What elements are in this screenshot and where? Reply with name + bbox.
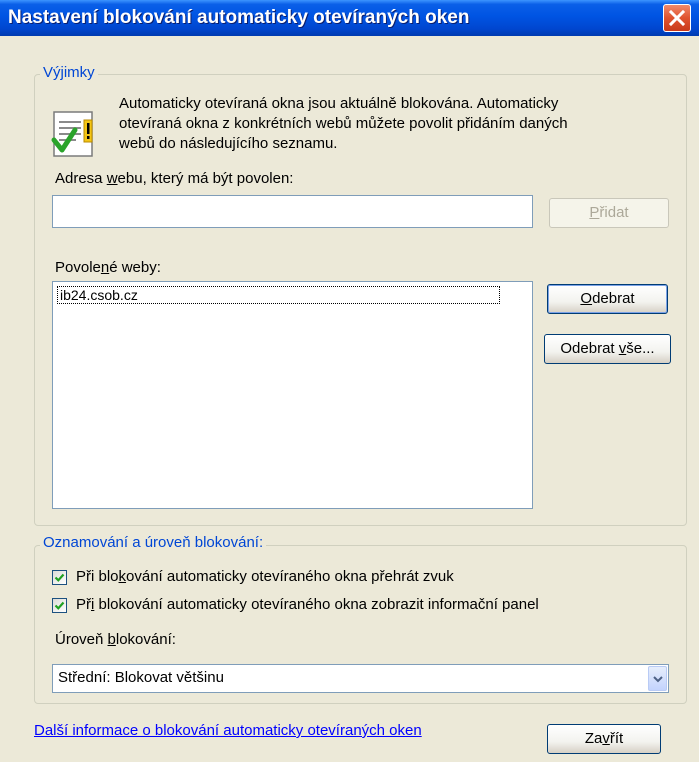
address-label-pre: Adresa (55, 170, 107, 187)
blocking-level-value: Střední: Blokovat většinu (58, 669, 224, 686)
add-button-key: P (589, 204, 600, 221)
description-line-3: webů do následujícího seznamu. (119, 135, 338, 152)
notifications-legend: Oznamování a úroveň blokování: (40, 534, 267, 551)
description-line-2: otevíraná okna z konkrétních webů můžete… (119, 115, 568, 132)
remove-all-post: še... (626, 340, 655, 357)
allowed-label-key: n (100, 259, 110, 276)
info-bar-checkbox[interactable] (52, 598, 67, 613)
close-icon[interactable] (663, 4, 691, 32)
more-info-link[interactable]: Další informace o blokování automaticky … (34, 722, 422, 739)
allowed-label-pre: Povole (55, 259, 101, 276)
chevron-down-icon[interactable] (648, 666, 667, 691)
exceptions-legend: Výjimky (40, 64, 98, 81)
allowed-label-post: é weby: (109, 259, 161, 276)
close-button[interactable]: Zavřít (547, 724, 661, 754)
remove-button[interactable]: Odebrat (547, 284, 668, 314)
dialog-window: Nastavení blokování automaticky otevíran… (0, 0, 699, 762)
check1-pre: Při blo (76, 568, 119, 585)
list-item[interactable]: ib24.csob.cz (57, 286, 500, 304)
address-label-key: w (106, 170, 118, 187)
website-address-input[interactable] (52, 195, 533, 228)
allowed-sites-list[interactable]: ib24.csob.cz (52, 281, 533, 509)
check2-post: blokování automaticky otevíraného okna z… (94, 596, 539, 613)
add-button-rest: řidat (599, 204, 629, 221)
add-button[interactable]: Přidat (549, 198, 669, 228)
allowed-sites-label: Povolené weby: (55, 259, 161, 276)
close-post: řít (609, 730, 624, 747)
remove-all-button[interactable]: Odebrat vše... (544, 334, 671, 364)
blocking-level-select[interactable]: Střední: Blokovat většinu (52, 664, 669, 693)
window-title: Nastavení blokování automaticky otevíran… (8, 7, 470, 28)
address-label: Adresa webu, který má být povolen: (55, 170, 293, 187)
close-key: v (602, 730, 610, 747)
close-pre: Za (584, 730, 603, 747)
check1-post: ování automaticky otevíraného okna přehr… (126, 568, 454, 585)
check2-pre: Př (76, 596, 91, 613)
play-sound-label: Při blokování automaticky otevíraného ok… (76, 568, 454, 585)
play-sound-checkbox[interactable] (52, 570, 67, 585)
level-label-pre: Úroveň (55, 631, 108, 648)
warning-document-icon (48, 108, 102, 162)
title-bar[interactable]: Nastavení blokování automaticky otevíran… (0, 0, 699, 36)
remove-button-key: O (580, 290, 593, 307)
address-label-post: ebu, který má být povolen: (117, 170, 294, 187)
info-bar-label: Při blokování automaticky otevíraného ok… (76, 596, 539, 613)
level-label-post: lokování: (115, 631, 176, 648)
check1-key: k (118, 568, 127, 585)
remove-all-pre: Odebrat (560, 340, 619, 357)
description-line-1: Automaticky otevíraná okna jsou aktuálně… (119, 95, 559, 112)
remove-button-rest: debrat (592, 290, 635, 307)
blocking-level-label: Úroveň blokování: (55, 631, 176, 648)
level-label-key: b (107, 631, 116, 648)
